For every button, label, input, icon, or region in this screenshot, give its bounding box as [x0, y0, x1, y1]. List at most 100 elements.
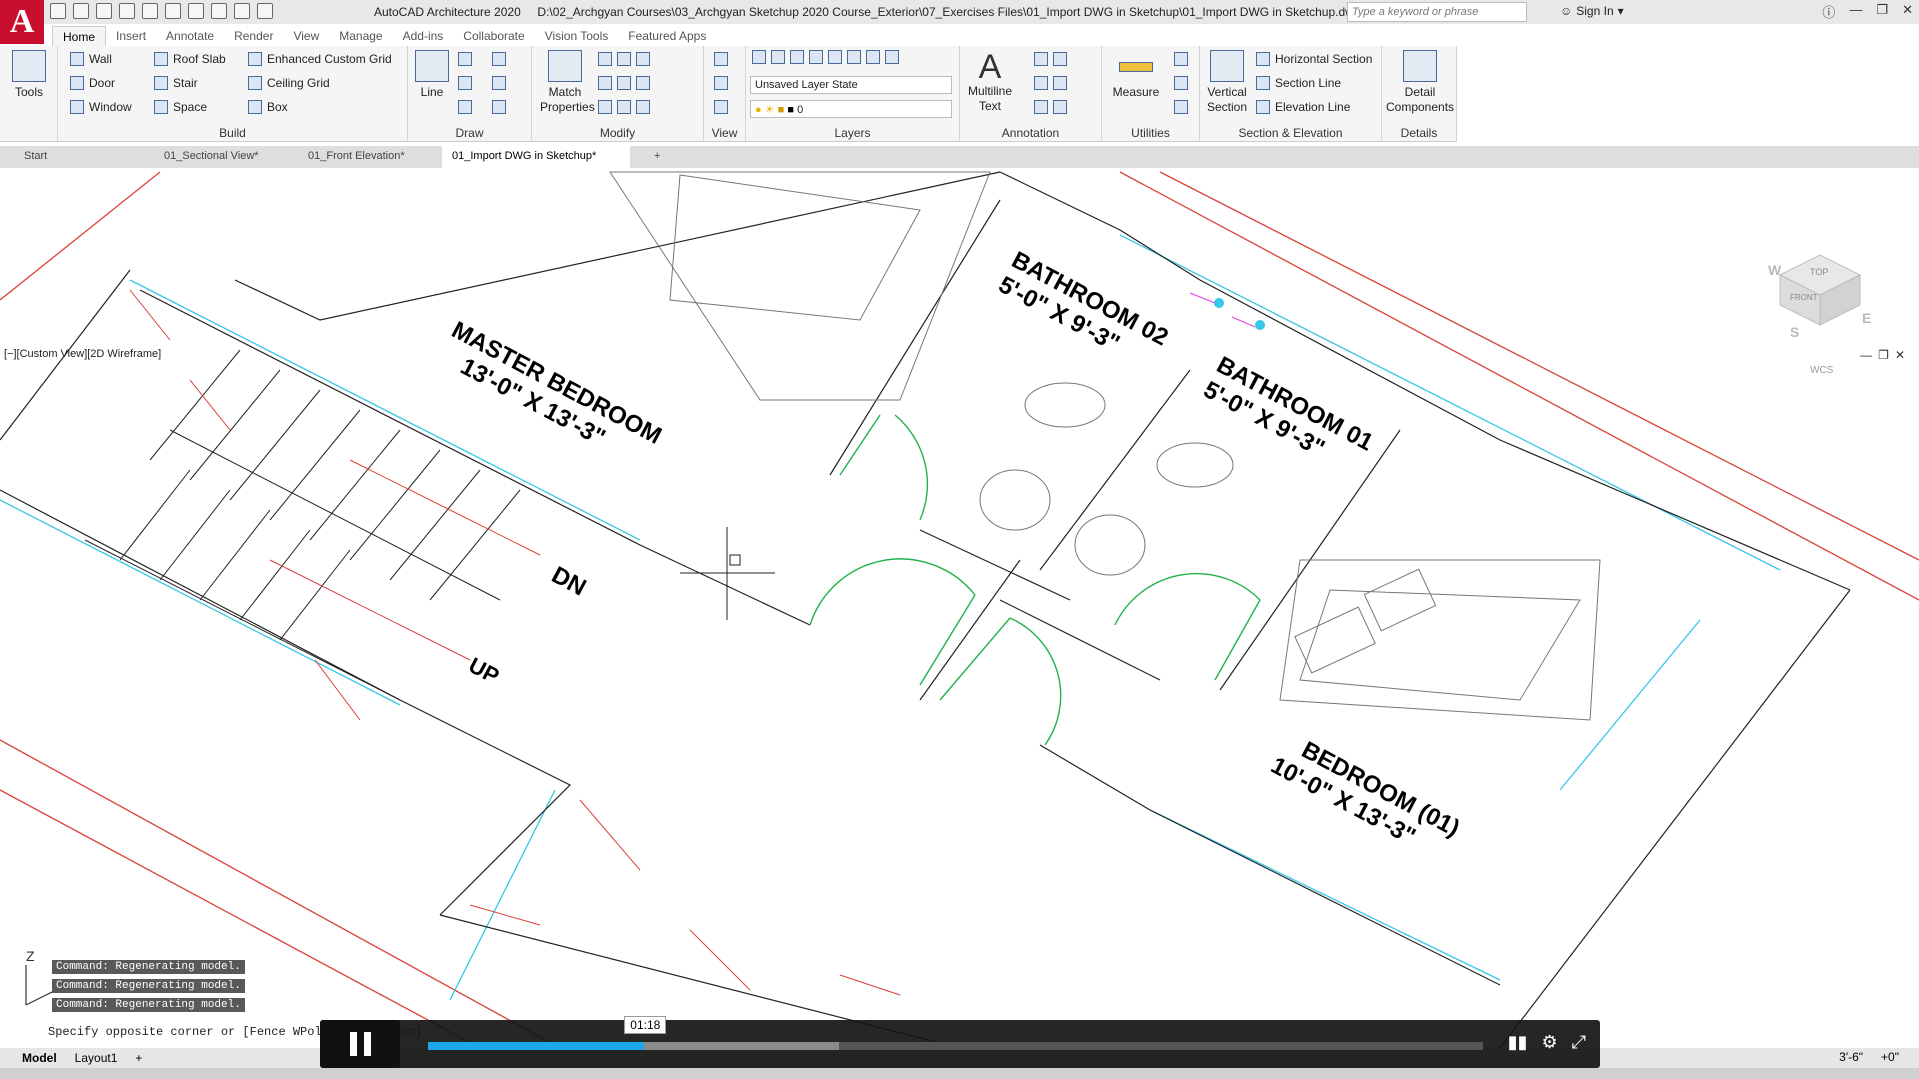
viewport-controls-label[interactable]: [−][Custom View][2D Wireframe] [4, 348, 161, 360]
save-icon[interactable] [96, 3, 112, 19]
wall-button[interactable]: Wall [70, 52, 112, 66]
application-menu-button[interactable]: A [0, 0, 44, 44]
file-tab-start[interactable]: Start [14, 146, 140, 168]
view-button-1[interactable] [714, 52, 728, 66]
door-button[interactable]: Door [70, 76, 115, 90]
multiline-text-button[interactable]: A Multiline Text [964, 50, 1016, 114]
volume-icon[interactable]: ▮▮ [1508, 1032, 1528, 1053]
tab-featured-apps[interactable]: Featured Apps [618, 26, 716, 46]
horizontal-section-button[interactable]: Horizontal Section [1256, 52, 1372, 66]
dimension-button[interactable] [1034, 52, 1067, 66]
elevation-line-button[interactable]: Elevation Line [1256, 100, 1350, 114]
stair-button[interactable]: Stair [154, 76, 198, 90]
tab-render[interactable]: Render [224, 26, 283, 46]
search-input[interactable]: Type a keyword or phrase [1347, 2, 1527, 22]
tab-collaborate[interactable]: Collaborate [453, 26, 534, 46]
close-button[interactable]: ✕ [1902, 2, 1913, 21]
compass-e[interactable]: E [1862, 310, 1871, 326]
open-web-icon[interactable] [142, 3, 158, 19]
view-button-3[interactable] [714, 100, 728, 114]
settings-gear-icon[interactable]: ⚙ [1541, 1032, 1557, 1053]
match-properties-button[interactable]: Match Properties [540, 50, 595, 115]
compass-s[interactable]: S [1790, 324, 1799, 340]
tab-add-ins[interactable]: Add-ins [393, 26, 454, 46]
tab-view[interactable]: View [283, 26, 329, 46]
wcs-menu[interactable]: WCS [1810, 365, 1834, 376]
new-file-icon[interactable] [50, 3, 66, 19]
layer-state-dropdown[interactable]: Unsaved Layer State [750, 76, 952, 94]
stretch-button[interactable] [598, 100, 650, 114]
layer-freeze-icon[interactable] [847, 50, 861, 64]
rectangle-button[interactable] [458, 100, 472, 114]
tab-annotate[interactable]: Annotate [156, 26, 224, 46]
layer-off-icon[interactable] [866, 50, 880, 64]
drawing-viewport[interactable]: MASTER BEDROOM 13'-0" X 13'-3" BATHROOM … [0, 168, 1919, 1048]
arc-button[interactable] [492, 52, 506, 66]
polyline-button[interactable] [458, 52, 472, 66]
viewport-close-icon[interactable]: ✕ [1895, 348, 1905, 362]
layer-match-icon[interactable] [771, 50, 785, 64]
annotation-scale[interactable]: 3'-6" [1839, 1050, 1863, 1064]
open-file-icon[interactable] [73, 3, 89, 19]
tab-home[interactable]: Home [52, 26, 107, 46]
pause-button[interactable] [320, 1020, 400, 1068]
viewcube[interactable]: TOP FRONT W S E WCS [1768, 254, 1871, 376]
roof-slab-button[interactable]: Roof Slab [154, 52, 226, 66]
window-tool-button[interactable]: Window [70, 100, 132, 114]
file-tab-import-dwg[interactable]: 01_Import DWG in Sketchup* [442, 146, 630, 168]
compass-w[interactable]: W [1768, 262, 1782, 278]
box-button[interactable]: Box [248, 100, 288, 114]
circle-button[interactable] [458, 76, 472, 90]
line-button[interactable]: Line [414, 50, 450, 100]
ceiling-grid-button[interactable]: Ceiling Grid [248, 76, 330, 90]
tab-model[interactable]: Model [22, 1051, 57, 1065]
detail-components-button[interactable]: Detail Components [1386, 50, 1454, 115]
copy-button[interactable] [598, 76, 650, 90]
undo-icon[interactable] [211, 3, 227, 19]
hatch-button[interactable] [492, 100, 506, 114]
current-layer-dropdown[interactable]: ● ☀ ■ ■ 0 [750, 100, 952, 118]
utility-button-3[interactable] [1174, 100, 1188, 114]
elevation-offset[interactable]: +0" [1881, 1050, 1899, 1064]
section-line-button[interactable]: Section Line [1256, 76, 1341, 90]
fullscreen-icon[interactable]: ⤢ [1572, 1032, 1586, 1053]
ellipse-button[interactable] [492, 76, 506, 90]
space-button[interactable]: Space [154, 100, 207, 114]
tab-manage[interactable]: Manage [329, 26, 392, 46]
move-button[interactable] [598, 52, 650, 66]
layer-unisolate-icon[interactable] [828, 50, 842, 64]
utility-button-2[interactable] [1174, 76, 1188, 90]
tab-vision-tools[interactable]: Vision Tools [535, 26, 619, 46]
sign-in-button[interactable]: ☺ Sign In ▾ [1560, 4, 1624, 18]
view-button-2[interactable] [714, 76, 728, 90]
multiline-text-label: Multiline Text [967, 84, 1012, 113]
seek-bar[interactable] [428, 1042, 1483, 1050]
layer-previous-icon[interactable] [790, 50, 804, 64]
save-web-icon[interactable] [165, 3, 181, 19]
viewport-minimize-icon[interactable]: — [1860, 348, 1872, 362]
layer-isolate-icon[interactable] [809, 50, 823, 64]
layer-properties-icon[interactable] [752, 50, 766, 64]
redo-icon[interactable] [234, 3, 250, 19]
restore-button[interactable]: ❐ [1876, 2, 1888, 21]
plot-icon[interactable] [188, 3, 204, 19]
leader-button[interactable] [1034, 76, 1067, 90]
viewport-restore-icon[interactable]: ❐ [1878, 348, 1889, 362]
tab-insert[interactable]: Insert [106, 26, 156, 46]
workspace-icon[interactable] [257, 3, 273, 19]
save-as-icon[interactable] [119, 3, 135, 19]
file-tab-sectional-view[interactable]: 01_Sectional View* [154, 146, 284, 168]
minimize-button[interactable]: — [1849, 2, 1862, 21]
utility-button-1[interactable] [1174, 52, 1188, 66]
enhanced-custom-grid-button[interactable]: Enhanced Custom Grid [248, 52, 392, 66]
add-layout-button[interactable]: + [135, 1051, 142, 1065]
layer-lock-icon[interactable] [885, 50, 899, 64]
vertical-section-button[interactable]: Vertical Section [1206, 50, 1248, 115]
file-tab-front-elevation[interactable]: 01_Front Elevation* [298, 146, 428, 168]
tab-layout1[interactable]: Layout1 [75, 1051, 118, 1065]
measure-button[interactable]: Measure [1108, 50, 1164, 100]
tools-button[interactable]: Tools [10, 50, 48, 100]
new-tab-button[interactable]: + [644, 146, 670, 168]
help-icon[interactable]: ⓘ [1822, 2, 1835, 21]
table-button[interactable] [1034, 100, 1067, 114]
